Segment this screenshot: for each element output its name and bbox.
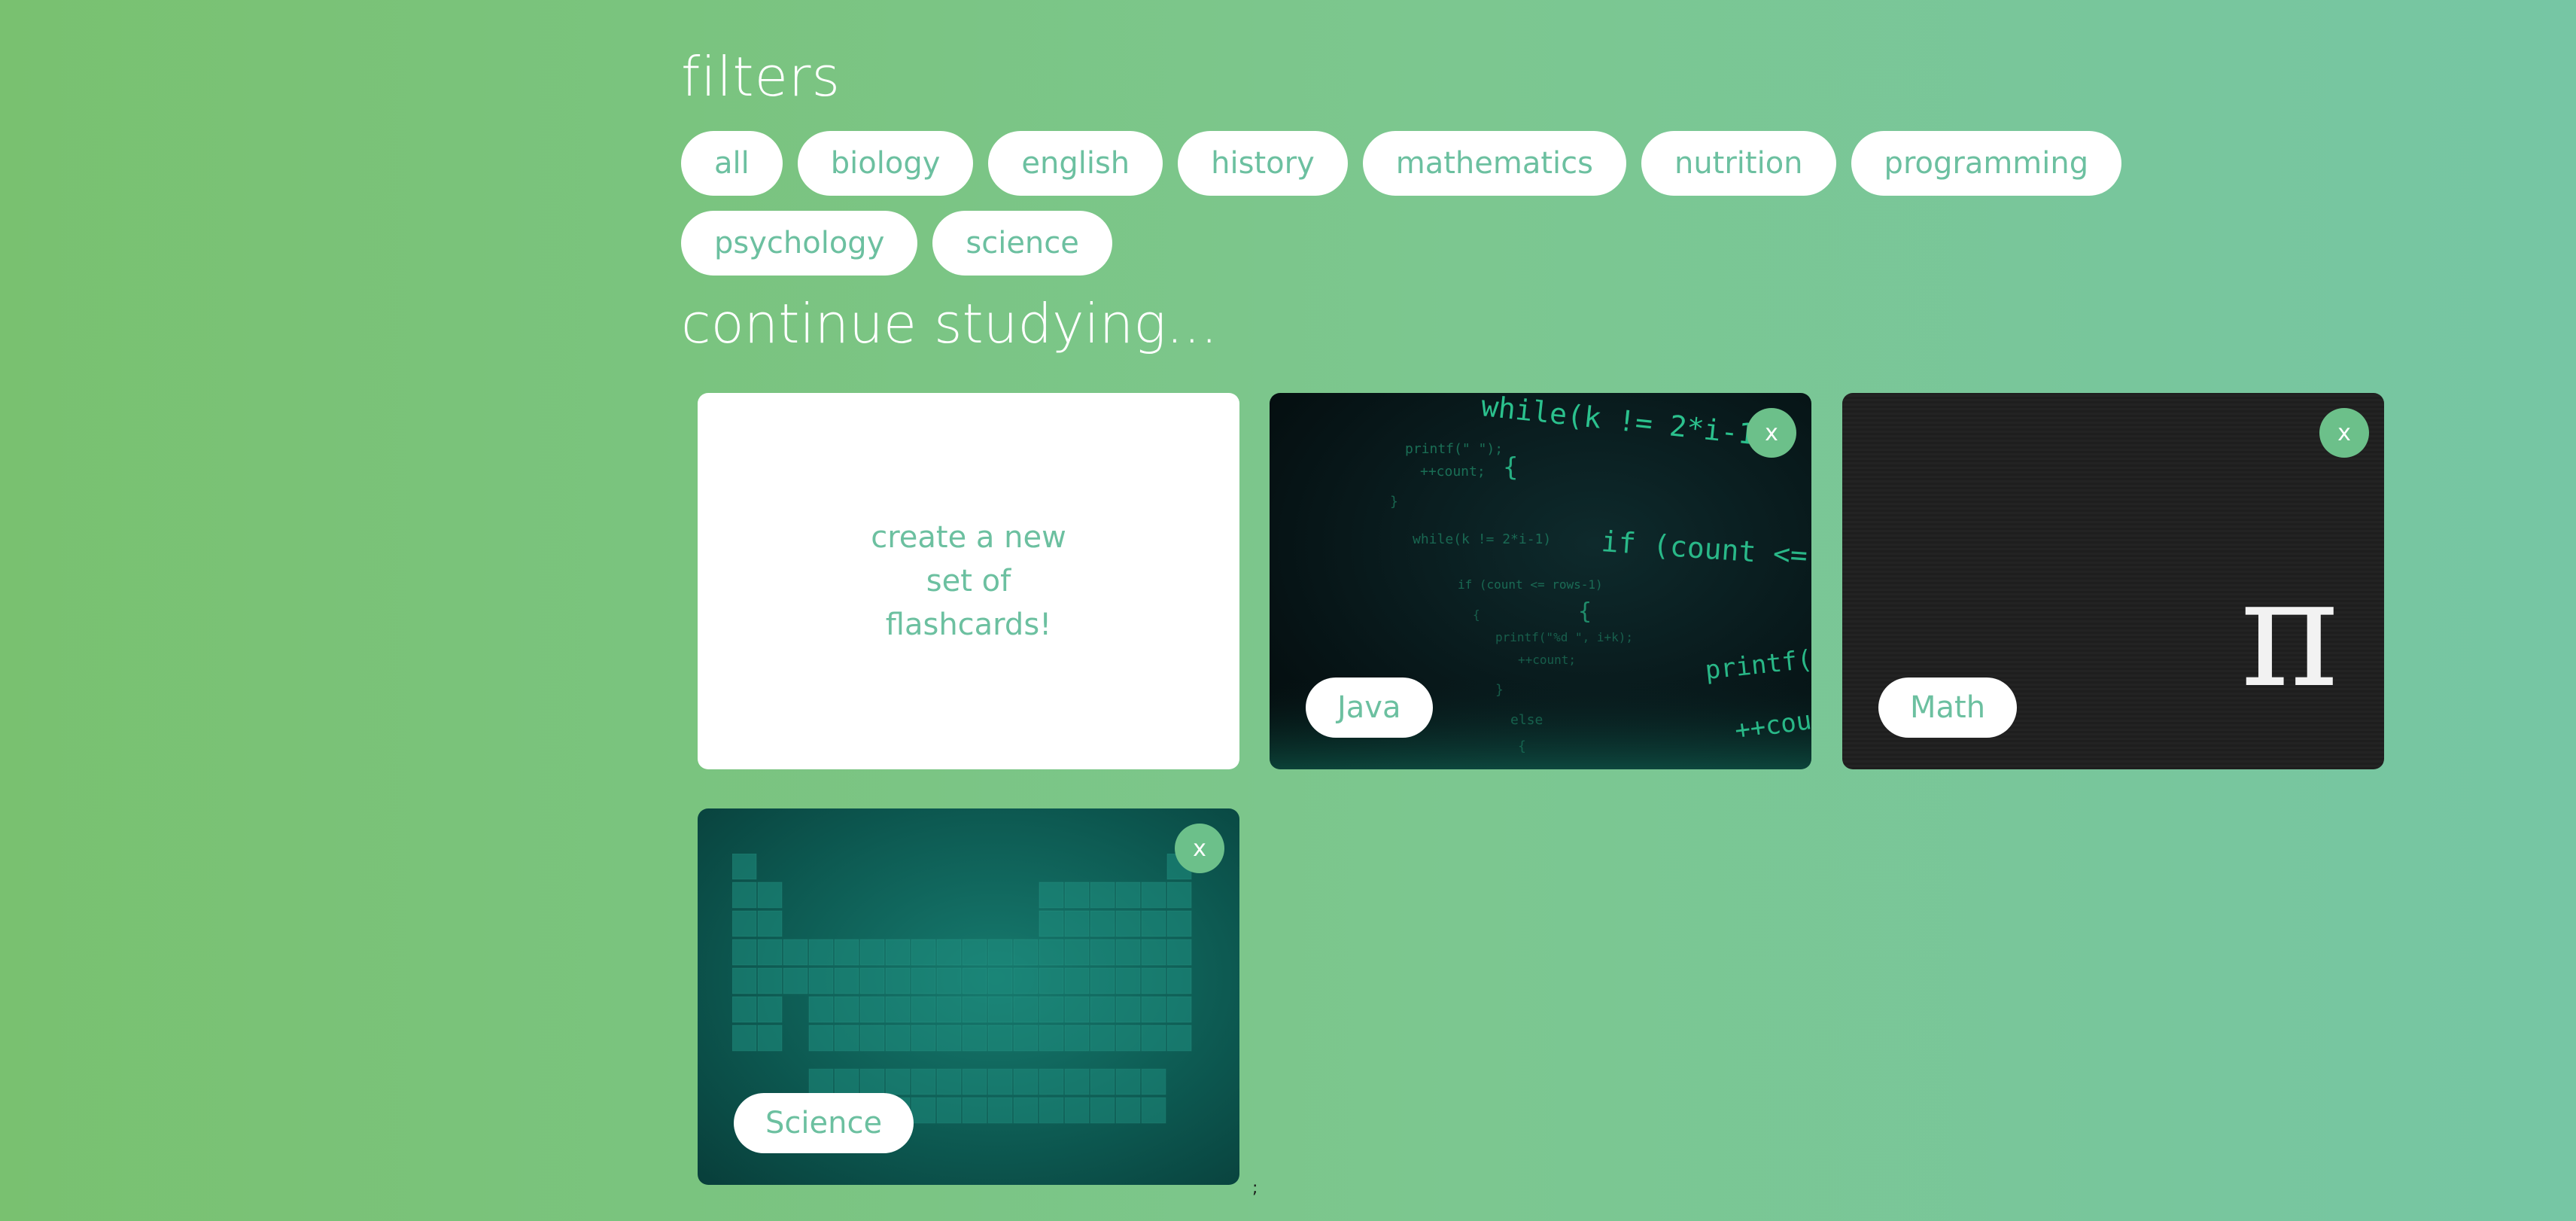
svg-text:++count;: ++count;: [1420, 464, 1486, 480]
svg-text:while(k != 2*i-1): while(k != 2*i-1): [1413, 531, 1551, 547]
svg-text:}: }: [1495, 682, 1504, 698]
svg-text:while(k != 2*i-1): while(k != 2*i-1): [1480, 393, 1774, 453]
svg-text:{: {: [1518, 738, 1526, 754]
svg-text:{: {: [1578, 598, 1592, 625]
svg-text:if (count <= rows-1): if (count <= rows-1): [1600, 525, 1811, 582]
filter-chip-nutrition[interactable]: nutrition: [1641, 131, 1836, 196]
svg-text:}: }: [1390, 494, 1398, 510]
math-close-button[interactable]: x: [2319, 408, 2369, 458]
java-deck-label: Java: [1306, 677, 1433, 738]
svg-text:{: {: [1503, 452, 1518, 483]
stray-semicolon-text: ;: [1252, 1179, 1258, 1198]
science-close-button[interactable]: x: [1175, 824, 1224, 873]
science-deck-label: Science: [734, 1093, 914, 1153]
svg-text:printf(" ");: printf(" ");: [1405, 441, 1503, 457]
filter-chip-all[interactable]: all: [681, 131, 783, 196]
continue-studying-heading: continue studying...: [681, 292, 1218, 355]
svg-text:++count;: ++count;: [1518, 653, 1576, 667]
java-close-button[interactable]: x: [1747, 408, 1796, 458]
filter-chip-english[interactable]: english: [988, 131, 1163, 196]
svg-text:else: else: [1510, 712, 1543, 728]
filter-chip-programming[interactable]: programming: [1851, 131, 2122, 196]
svg-text:printf("%d ", i+k);: printf("%d ", i+k);: [1495, 630, 1633, 644]
svg-text:if (count <= rows-1): if (count <= rows-1): [1458, 577, 1603, 592]
science-deck-card[interactable]: x Science: [698, 808, 1239, 1185]
filter-chip-history[interactable]: history: [1178, 131, 1348, 196]
svg-text:{: {: [1473, 607, 1480, 622]
filter-chip-psychology[interactable]: psychology: [681, 211, 918, 276]
java-deck-card[interactable]: while(k != 2*i-1) printf(" "); ++count; …: [1270, 393, 1811, 769]
create-card-text: create a new set of flashcards!: [871, 520, 1066, 642]
math-deck-card[interactable]: π x Math: [1842, 393, 2384, 769]
filter-chip-list: all biology english history mathematics …: [681, 131, 2307, 276]
math-deck-label: Math: [1878, 677, 2018, 738]
svg-text:printf("%d: printf("%d: [1704, 640, 1811, 686]
pi-symbol: π: [2240, 546, 2339, 721]
filter-chip-biology[interactable]: biology: [797, 131, 974, 196]
create-flashcard-set-card[interactable]: create a new set of flashcards!: [698, 393, 1239, 769]
filter-chip-science[interactable]: science: [932, 211, 1112, 276]
filters-heading: filters: [681, 45, 841, 108]
filter-chip-mathematics[interactable]: mathematics: [1362, 131, 1626, 196]
